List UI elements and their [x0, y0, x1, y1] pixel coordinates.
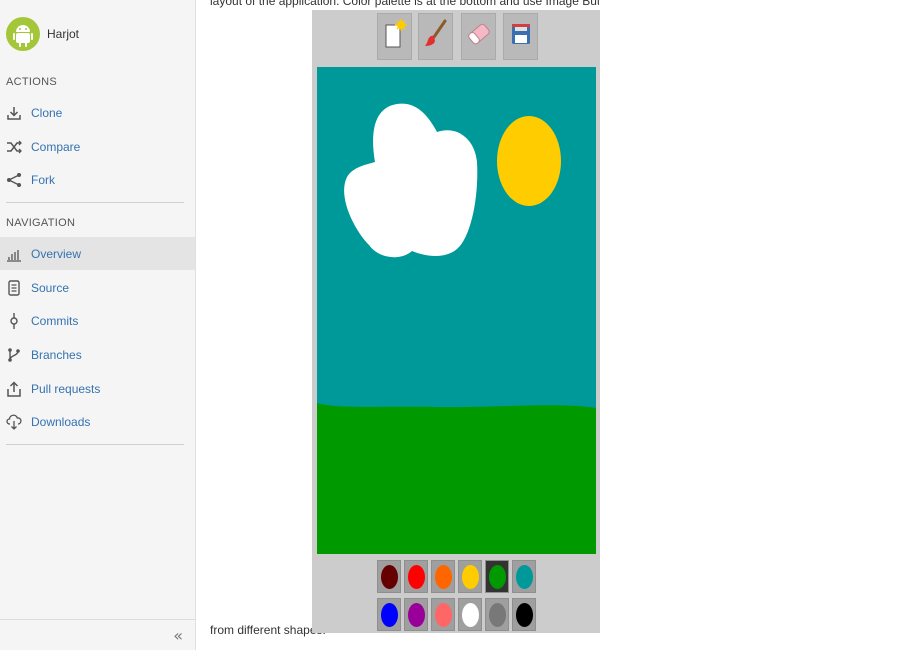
- sidebar: Harjot ACTIONS Clone Compare Fork NAVIGA…: [0, 0, 196, 650]
- collapse-sidebar-button[interactable]: «: [173, 626, 183, 645]
- file-icon: [6, 279, 22, 296]
- color-button-purple[interactable]: [404, 598, 428, 631]
- color-swatch: [434, 602, 452, 627]
- android-icon: [6, 10, 40, 58]
- user-name: Harjot: [47, 27, 80, 41]
- sidebar-footer: «: [0, 619, 195, 650]
- color-button-pink[interactable]: [431, 598, 455, 631]
- save-button[interactable]: [503, 13, 538, 60]
- action-clone[interactable]: Clone: [0, 96, 195, 129]
- branch-icon: [6, 347, 22, 363]
- nav-pull-requests-label: Pull requests: [31, 381, 101, 396]
- commit-icon: [6, 312, 22, 329]
- color-swatch: [380, 602, 398, 627]
- color-button-blue[interactable]: [377, 598, 401, 631]
- nav-overview-label: Overview: [31, 246, 82, 261]
- nav-downloads-label: Downloads: [31, 414, 91, 429]
- color-button-white[interactable]: [458, 598, 482, 631]
- nav-downloads[interactable]: Downloads: [0, 405, 195, 438]
- color-swatch: [515, 564, 533, 589]
- user-profile[interactable]: Harjot: [6, 10, 79, 58]
- upload-icon: [6, 380, 22, 397]
- sidebar-divider: [6, 202, 184, 203]
- drawing-canvas[interactable]: [317, 67, 596, 554]
- description-text-top: layout of the application. Color palette…: [210, 0, 599, 8]
- action-clone-label: Clone: [31, 105, 63, 120]
- action-compare-label: Compare: [31, 139, 81, 154]
- color-button-green[interactable]: [485, 560, 509, 593]
- color-button-orange[interactable]: [431, 560, 455, 593]
- save-icon: [509, 19, 533, 54]
- eraser-button[interactable]: [461, 13, 496, 60]
- new-drawing-icon: [382, 17, 408, 56]
- nav-commits[interactable]: Commits: [0, 304, 195, 337]
- nav-pull-requests[interactable]: Pull requests: [0, 372, 195, 405]
- color-button-dark-red[interactable]: [377, 560, 401, 593]
- nav-branches[interactable]: Branches: [0, 338, 195, 371]
- description-text-bottom: from different shapes.: [210, 623, 326, 637]
- brush-icon: [423, 17, 449, 56]
- action-compare[interactable]: Compare: [0, 130, 195, 163]
- shuffle-icon: [6, 139, 22, 155]
- fork-icon: [6, 172, 22, 188]
- navigation-title: NAVIGATION: [6, 217, 76, 229]
- nav-source[interactable]: Source: [0, 271, 195, 304]
- brush-button[interactable]: [418, 13, 453, 60]
- color-button-black[interactable]: [512, 598, 536, 631]
- actions-title: ACTIONS: [6, 76, 57, 88]
- action-fork-label: Fork: [31, 172, 55, 187]
- color-swatch: [461, 564, 479, 589]
- sun-shape: [497, 116, 561, 206]
- nav-source-label: Source: [31, 280, 70, 295]
- color-swatch: [380, 564, 398, 589]
- color-button-yellow[interactable]: [458, 560, 482, 593]
- color-swatch: [515, 602, 533, 627]
- color-button-gray[interactable]: [485, 598, 509, 631]
- new-drawing-button[interactable]: [377, 13, 412, 60]
- cloud-download-icon: [6, 414, 22, 430]
- eraser-icon: [466, 17, 492, 56]
- nav-branches-label: Branches: [31, 347, 82, 362]
- app-screenshot: [312, 10, 600, 633]
- color-swatch: [434, 564, 452, 589]
- color-swatch: [407, 602, 425, 627]
- nav-commits-label: Commits: [31, 313, 79, 328]
- color-swatch: [488, 564, 506, 589]
- grass-area: [317, 403, 596, 554]
- app-toolbar: [312, 10, 600, 65]
- nav-overview[interactable]: Overview: [0, 237, 195, 270]
- download-icon: [6, 105, 22, 121]
- color-button-red[interactable]: [404, 560, 428, 593]
- color-swatch: [488, 602, 506, 627]
- color-swatch: [461, 602, 479, 627]
- action-fork[interactable]: Fork: [0, 163, 195, 196]
- color-swatch: [407, 564, 425, 589]
- bar-chart-icon: [6, 246, 22, 262]
- sidebar-divider: [6, 444, 184, 445]
- color-button-teal[interactable]: [512, 560, 536, 593]
